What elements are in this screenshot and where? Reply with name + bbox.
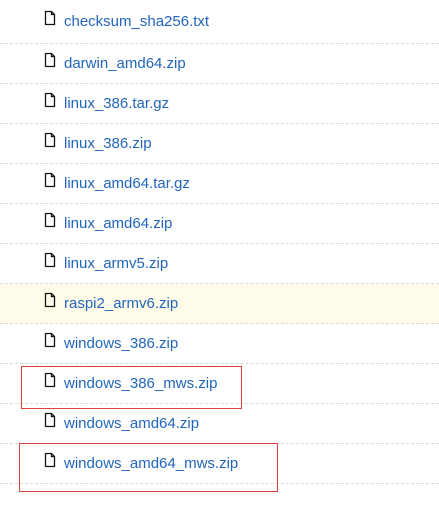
file-icon (44, 252, 56, 268)
file-link-checksum-sha256-txt[interactable]: checksum_sha256.txt (64, 14, 209, 29)
file-row: linux_amd64.zip (0, 204, 439, 244)
file-row: linux_amd64.tar.gz (0, 164, 439, 204)
file-icon (44, 52, 56, 68)
file-link-linux-armv5-zip[interactable]: linux_armv5.zip (64, 256, 168, 271)
file-row: linux_armv5.zip (0, 244, 439, 284)
file-link-linux-386-tar-gz[interactable]: linux_386.tar.gz (64, 96, 169, 111)
file-icon (44, 132, 56, 148)
file-link-windows-386-mws-zip[interactable]: windows_386_mws.zip (64, 376, 217, 391)
file-icon (44, 172, 56, 188)
file-link-linux-amd64-tar-gz[interactable]: linux_amd64.tar.gz (64, 176, 190, 191)
file-link-linux-386-zip[interactable]: linux_386.zip (64, 136, 152, 151)
file-link-raspi2-armv6-zip[interactable]: raspi2_armv6.zip (64, 296, 178, 311)
file-row: checksum_sha256.txt (0, 0, 439, 44)
file-row: linux_386.zip (0, 124, 439, 164)
file-icon (44, 292, 56, 308)
file-row: windows_386_mws.zip (0, 364, 439, 404)
file-row: windows_amd64.zip (0, 404, 439, 444)
file-icon (44, 10, 56, 26)
file-icon (44, 412, 56, 428)
file-icon (44, 332, 56, 348)
file-icon (44, 92, 56, 108)
file-icon (44, 212, 56, 228)
file-link-linux-amd64-zip[interactable]: linux_amd64.zip (64, 216, 172, 231)
file-link-windows-386-zip[interactable]: windows_386.zip (64, 336, 178, 351)
file-row-hover: raspi2_armv6.zip (0, 284, 439, 324)
file-icon (44, 452, 56, 468)
file-row: linux_386.tar.gz (0, 84, 439, 124)
file-icon (44, 372, 56, 388)
file-row: windows_amd64_mws.zip (0, 444, 439, 484)
file-row: windows_386.zip (0, 324, 439, 364)
file-link-windows-amd64-mws-zip[interactable]: windows_amd64_mws.zip (64, 456, 238, 471)
file-row: darwin_amd64.zip (0, 44, 439, 84)
file-link-windows-amd64-zip[interactable]: windows_amd64.zip (64, 416, 199, 431)
file-list: checksum_sha256.txt darwin_amd64.zip lin… (0, 0, 439, 484)
file-link-darwin-amd64-zip[interactable]: darwin_amd64.zip (64, 56, 186, 71)
